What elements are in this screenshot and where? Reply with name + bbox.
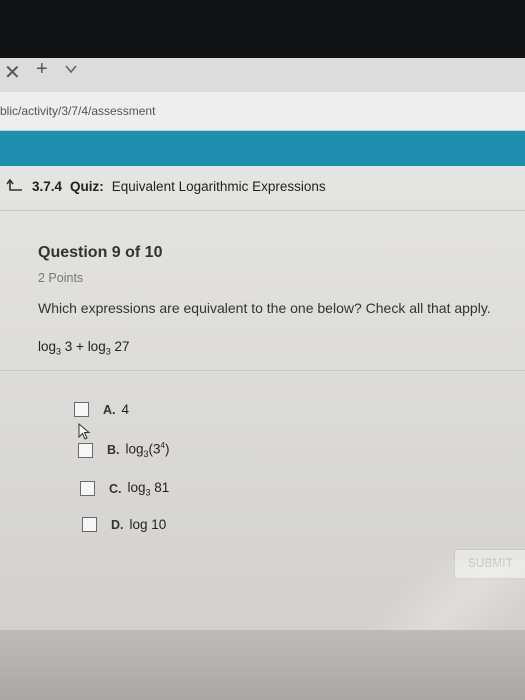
screen-glare <box>360 560 525 630</box>
option-d-text: log 10 <box>129 517 167 532</box>
option-c-letter: C. <box>109 481 122 496</box>
address-bar-url[interactable]: blic/activity/3/7/4/assessment <box>0 104 155 118</box>
chevron-down-icon[interactable] <box>64 62 78 76</box>
question-prompt: Which expressions are equivalent to the … <box>38 300 491 316</box>
screen-bezel <box>0 0 525 58</box>
activity-number: 3.7.4 <box>32 178 63 194</box>
new-tab-icon[interactable]: + <box>36 58 48 81</box>
option-c-checkbox[interactable] <box>80 481 95 497</box>
question-points: 2 Points <box>38 271 84 285</box>
option-a[interactable]: A. 4 <box>74 402 129 417</box>
option-d-letter: D. <box>111 517 124 532</box>
breadcrumb: 3.7.4 Quiz: Equivalent Logarithmic Expre… <box>6 178 326 194</box>
close-tab-icon[interactable]: ✕ <box>4 60 21 85</box>
option-a-text: 4 <box>121 402 130 417</box>
option-d[interactable]: D. log 10 <box>82 517 166 532</box>
option-b-checkbox[interactable] <box>78 442 93 458</box>
desk-surface <box>0 630 525 700</box>
option-b[interactable]: B. log3(34) <box>78 441 170 459</box>
question-expression: log3 3 + log3 27 <box>38 339 130 357</box>
options-divider <box>0 370 525 371</box>
option-a-checkbox[interactable] <box>74 402 89 417</box>
browser-tab-bar <box>0 58 525 92</box>
activity-title: Equivalent Logarithmic Expressions <box>111 178 326 194</box>
option-b-letter: B. <box>107 443 120 458</box>
option-c-text: log3 81 <box>127 480 170 498</box>
mouse-cursor-icon <box>78 423 91 440</box>
option-c[interactable]: C. log3 81 <box>80 480 169 498</box>
header-banner <box>0 131 525 166</box>
back-arrow-icon[interactable] <box>6 178 24 194</box>
activity-kind: Quiz: <box>70 178 104 194</box>
header-divider <box>0 210 525 211</box>
option-a-letter: A. <box>103 402 116 417</box>
question-title: Question 9 of 10 <box>38 244 163 261</box>
option-d-checkbox[interactable] <box>82 517 97 532</box>
option-b-text: log3(34) <box>125 441 170 460</box>
